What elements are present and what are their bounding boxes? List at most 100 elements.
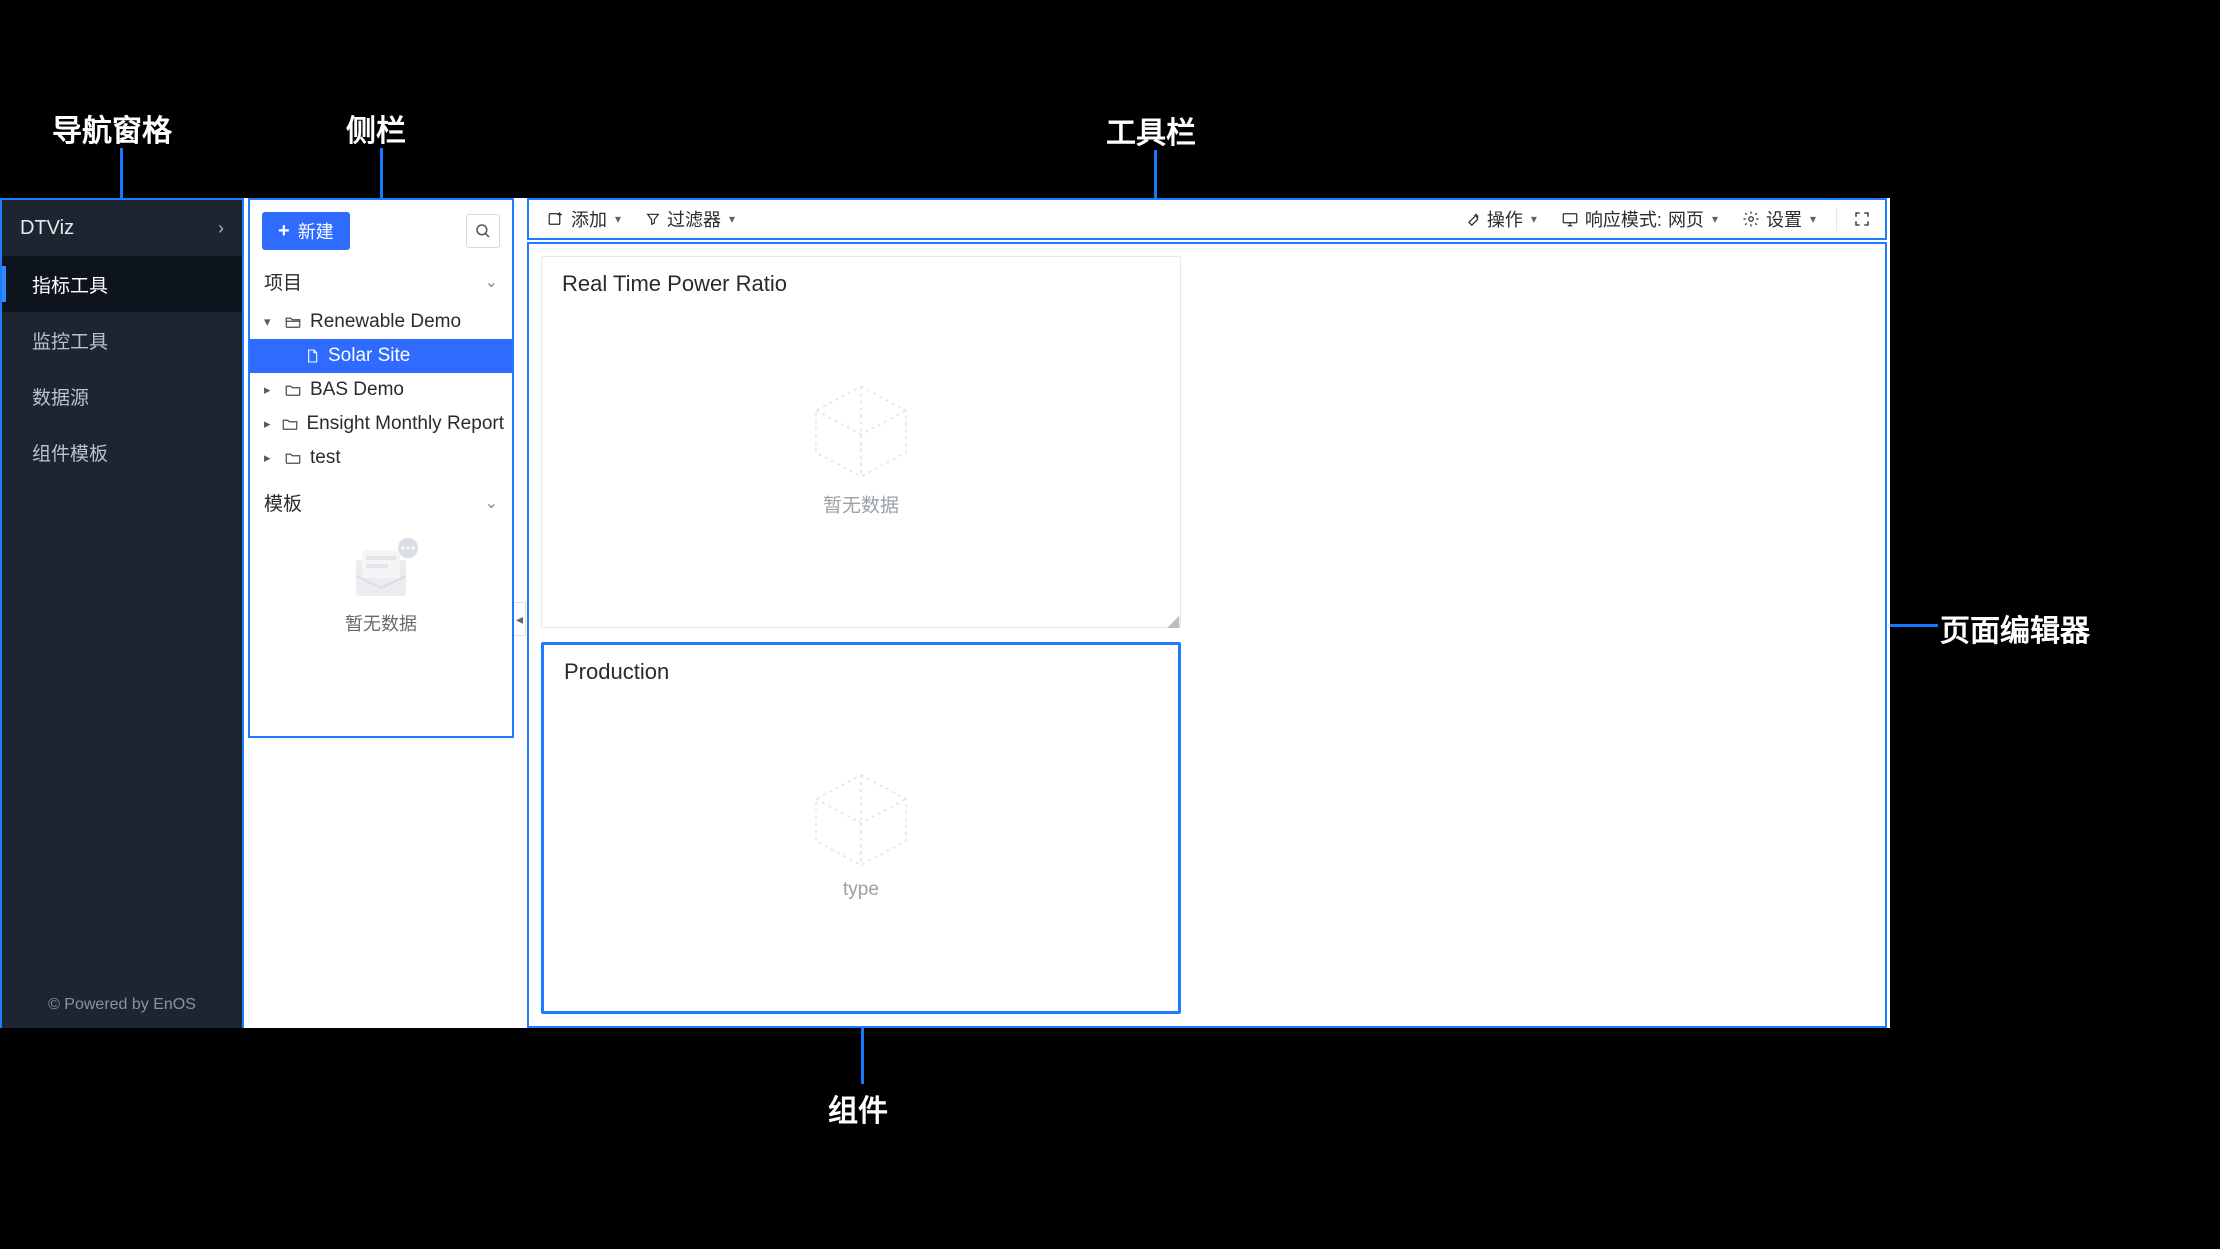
annotation-widget: 组件 bbox=[828, 1086, 888, 1130]
tree-label: Solar Site bbox=[328, 345, 410, 367]
caret-down-icon: ▾ bbox=[729, 212, 735, 226]
caret-right-icon: ▸ bbox=[264, 450, 276, 466]
nav-item-metrics[interactable]: 指标工具 bbox=[2, 256, 242, 312]
annotation-toolbar: 工具栏 bbox=[1106, 108, 1196, 152]
project-tree: ▾ Renewable Demo bbox=[250, 303, 512, 481]
filter-icon bbox=[645, 211, 661, 227]
sidebar-collapse-handle[interactable]: ◂ bbox=[514, 602, 526, 636]
caret-down-icon: ▾ bbox=[1531, 212, 1537, 226]
toolbar-add-label: 添加 bbox=[571, 206, 607, 232]
new-button[interactable]: + 新建 bbox=[262, 212, 350, 250]
toolbar-action-label: 操作 bbox=[1487, 206, 1523, 232]
tree-label: Ensight Monthly Report bbox=[307, 413, 505, 435]
tree-file-solar-site[interactable]: Solar Site bbox=[250, 339, 512, 373]
annotation-line bbox=[120, 148, 123, 198]
empty-inbox-icon bbox=[338, 532, 424, 604]
tree-folder-bas-demo[interactable]: ▸ BAS Demo bbox=[250, 373, 512, 407]
annotation-sidebar: 侧栏 bbox=[346, 106, 406, 150]
toolbar-separator bbox=[1836, 207, 1837, 231]
widget-title: Real Time Power Ratio bbox=[542, 257, 1180, 297]
widget-title: Production bbox=[544, 645, 1178, 685]
nav-item-label: 监控工具 bbox=[32, 327, 108, 354]
page-editor[interactable]: Real Time Power Ratio 暂无数据 ◢ Producti bbox=[527, 242, 1887, 1028]
gear-icon bbox=[1742, 210, 1760, 228]
template-empty-state: 暂无数据 bbox=[250, 524, 512, 650]
toolbar-settings-button[interactable]: 设置 ▾ bbox=[1732, 202, 1826, 236]
fullscreen-icon bbox=[1853, 210, 1871, 228]
chevron-down-icon: ⌄ bbox=[485, 493, 498, 513]
caret-right-icon: ▸ bbox=[264, 382, 276, 398]
toolbar-add-button[interactable]: 添加 ▾ bbox=[537, 202, 631, 236]
cube-icon bbox=[806, 381, 916, 481]
folder-icon bbox=[281, 415, 299, 433]
widget-empty-state: type bbox=[806, 769, 916, 901]
template-empty-text: 暂无数据 bbox=[345, 610, 417, 636]
add-widget-icon bbox=[547, 210, 565, 228]
toolbar-filter-button[interactable]: 过滤器 ▾ bbox=[635, 202, 745, 236]
toolbar-action-button[interactable]: 操作 ▾ bbox=[1454, 202, 1547, 236]
toolbar-settings-label: 设置 bbox=[1766, 206, 1802, 232]
chevron-down-icon: ⌄ bbox=[485, 272, 498, 292]
nav-item-label: 指标工具 bbox=[32, 271, 108, 298]
app-shell: DTViz › 指标工具 监控工具 数据源 组件模板 © Powered by … bbox=[0, 198, 1890, 1028]
tree-label: BAS Demo bbox=[310, 379, 404, 401]
toolbar-responsive-value: 网页 bbox=[1668, 206, 1704, 232]
responsive-icon bbox=[1561, 210, 1579, 228]
widget-empty-text: type bbox=[843, 879, 879, 901]
widget-real-time-power-ratio[interactable]: Real Time Power Ratio 暂无数据 ◢ bbox=[541, 256, 1181, 628]
nav-item-datasource[interactable]: 数据源 bbox=[2, 368, 242, 424]
sidebar-section-label: 模板 bbox=[264, 489, 302, 516]
chevron-right-icon: › bbox=[218, 218, 224, 239]
resize-handle[interactable]: ◢ bbox=[1167, 614, 1181, 628]
toolbar-responsive-button[interactable]: 响应模式: 网页 ▾ bbox=[1551, 202, 1728, 236]
nav-item-label: 组件模板 bbox=[32, 439, 108, 466]
widget-empty-text: 暂无数据 bbox=[823, 491, 899, 518]
caret-down-icon: ▾ bbox=[1712, 212, 1718, 226]
toolbar-fullscreen-button[interactable] bbox=[1847, 204, 1877, 234]
nav-header[interactable]: DTViz › bbox=[2, 200, 242, 256]
sidebar-section-label: 项目 bbox=[264, 268, 302, 295]
folder-icon bbox=[284, 449, 302, 467]
search-button[interactable] bbox=[466, 214, 500, 248]
nav-footer-text: © Powered by EnOS bbox=[48, 996, 196, 1014]
caret-left-icon: ◂ bbox=[516, 611, 523, 628]
file-icon bbox=[304, 348, 320, 364]
annotation-line bbox=[1888, 624, 1938, 627]
annotation-line bbox=[1154, 150, 1157, 198]
toolbar-filter-label: 过滤器 bbox=[667, 206, 721, 232]
editor-toolbar: 添加 ▾ 过滤器 ▾ 操 bbox=[527, 198, 1887, 240]
wrench-icon bbox=[1464, 211, 1481, 228]
tree-label: Renewable Demo bbox=[310, 311, 461, 333]
tree-label: test bbox=[310, 447, 341, 469]
folder-open-icon bbox=[284, 313, 302, 331]
annotation-nav: 导航窗格 bbox=[52, 106, 172, 150]
caret-down-icon: ▾ bbox=[1810, 212, 1816, 226]
toolbar-responsive-prefix: 响应模式: bbox=[1585, 206, 1662, 232]
tree-folder-renewable-demo[interactable]: ▾ Renewable Demo bbox=[250, 305, 512, 339]
annotation-line bbox=[380, 148, 383, 198]
sidebar-section-template[interactable]: 模板 ⌄ bbox=[250, 481, 512, 524]
folder-icon bbox=[284, 381, 302, 399]
annotation-editor: 页面编辑器 bbox=[1940, 606, 2090, 650]
nav-footer: © Powered by EnOS bbox=[2, 982, 242, 1028]
nav-item-label: 数据源 bbox=[32, 383, 89, 410]
caret-right-icon: ▸ bbox=[264, 416, 273, 432]
widget-empty-state: 暂无数据 bbox=[806, 381, 916, 518]
nav-item-component-template[interactable]: 组件模板 bbox=[2, 424, 242, 480]
nav-item-monitoring[interactable]: 监控工具 bbox=[2, 312, 242, 368]
tree-folder-ensight-monthly-report[interactable]: ▸ Ensight Monthly Report bbox=[250, 407, 512, 441]
caret-down-icon: ▾ bbox=[264, 314, 276, 330]
sidebar-panel: + 新建 项目 ⌄ ▾ bbox=[248, 198, 514, 738]
nav-pane: DTViz › 指标工具 监控工具 数据源 组件模板 © Powered by … bbox=[0, 198, 244, 1028]
tree-folder-test[interactable]: ▸ test bbox=[250, 441, 512, 475]
sidebar-section-project[interactable]: 项目 ⌄ bbox=[250, 260, 512, 303]
new-button-label: 新建 bbox=[298, 218, 334, 244]
annotation-line bbox=[861, 1028, 864, 1084]
cube-icon bbox=[806, 769, 916, 869]
editor-canvas: Real Time Power Ratio 暂无数据 ◢ Producti bbox=[529, 244, 1885, 1028]
widget-production[interactable]: Production type bbox=[541, 642, 1181, 1014]
caret-down-icon: ▾ bbox=[615, 212, 621, 226]
nav-title: DTViz bbox=[20, 217, 74, 240]
plus-icon: + bbox=[278, 221, 290, 241]
search-icon bbox=[474, 222, 492, 240]
